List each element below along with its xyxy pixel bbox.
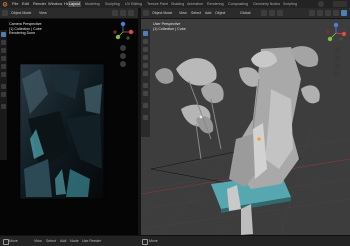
left-info-line-3: Rendering Done (9, 31, 36, 35)
right-navigation-gizmo-icon[interactable] (325, 22, 347, 44)
menu-view[interactable]: View (178, 10, 188, 16)
tab-layout[interactable]: Layout (68, 1, 81, 7)
menu-file[interactable]: File (12, 0, 18, 8)
menu-edit[interactable]: Edit (22, 0, 29, 8)
tab-shading[interactable]: Shading (170, 1, 185, 7)
status-select: Select (46, 239, 56, 243)
overlay-toggle-icon[interactable] (325, 10, 331, 16)
visibility-icon[interactable] (309, 10, 315, 16)
pivot-icon[interactable] (261, 10, 267, 16)
rendered-image (19, 63, 105, 200)
left-options-button[interactable] (128, 10, 134, 16)
left-viewport-header: Object Mode View (0, 8, 138, 19)
tab-modeling[interactable]: Modeling (84, 1, 101, 7)
tab-texture-paint[interactable]: Texture Paint (146, 1, 169, 7)
right-camera-view-icon[interactable] (334, 63, 340, 69)
right-measure-tool-icon[interactable] (143, 91, 148, 96)
right-3d-viewport[interactable]: User Perspective (1) Collection | Cube (141, 19, 350, 235)
view-layer-selector[interactable] (333, 1, 347, 7)
right-rotate-tool-icon[interactable] (143, 55, 148, 60)
status-right-move: Move (149, 239, 158, 243)
right-move-tool-icon[interactable] (143, 47, 148, 52)
scene-selector-icon[interactable] (318, 1, 324, 7)
left-shading-button[interactable] (112, 10, 118, 16)
measure-tool-icon[interactable] (1, 92, 6, 97)
blender-logo-icon[interactable] (2, 1, 8, 7)
status-bar: Move View Select Add Node Use Render Mov… (0, 235, 350, 246)
tab-rendering[interactable]: Rendering (206, 1, 225, 7)
move-tool-icon[interactable] (1, 48, 6, 53)
left-navigation-gizmo-icon[interactable] (112, 21, 134, 43)
left-toolbar (0, 30, 7, 160)
tab-animation[interactable]: Animation (186, 1, 204, 7)
right-toolbar (141, 29, 150, 137)
scale-tool-icon[interactable] (1, 64, 6, 69)
mouse-right-icon (142, 239, 148, 245)
right-editor-type-button[interactable] (143, 10, 149, 16)
select-tool-icon[interactable] (1, 32, 6, 37)
status-node: Node (70, 239, 79, 243)
tab-compositing[interactable]: Compositing (227, 1, 249, 7)
right-perspective-icon[interactable] (334, 71, 340, 77)
left-overlay-button[interactable] (120, 10, 126, 16)
tab-scripting[interactable]: Scripting (282, 1, 298, 7)
left-mode-dropdown[interactable]: Object Mode (10, 10, 32, 16)
transform-orientation-dropdown[interactable]: Global (239, 10, 251, 16)
transform-tool-icon[interactable] (1, 72, 6, 77)
menu-object[interactable]: Object (214, 10, 226, 16)
annotate-tool-icon[interactable] (1, 84, 6, 89)
menu-window[interactable]: Window (48, 0, 62, 8)
left-camera-viewport[interactable]: Camera Perspective (1) Collection | Cube… (0, 19, 138, 235)
editor-type-button[interactable] (2, 10, 8, 16)
menu-add[interactable]: Add (204, 10, 212, 16)
proportional-edit-icon[interactable] (277, 10, 283, 16)
scene-view (141, 46, 350, 235)
left-camera-icon[interactable] (120, 61, 126, 67)
right-pan-icon[interactable] (334, 55, 340, 61)
right-viewport-header: Object Mode View Select Add Object Globa… (141, 8, 350, 19)
right-annotate-tool-icon[interactable] (143, 83, 148, 88)
right-cursor-tool-icon[interactable] (143, 39, 148, 44)
snap-icon[interactable] (269, 10, 275, 16)
right-add-cube-tool-icon[interactable] (143, 103, 148, 108)
status-move: Move (9, 239, 18, 243)
gizmo-toggle-icon[interactable] (317, 10, 323, 16)
right-extra-tool-icon[interactable] (143, 115, 148, 120)
left-zoom-icon[interactable] (120, 45, 126, 51)
right-info-line-2: (1) Collection | Cube (153, 26, 186, 31)
left-view-menu[interactable]: View (38, 10, 48, 16)
right-select-tool-icon[interactable] (143, 31, 148, 36)
menu-select[interactable]: Select (190, 10, 202, 16)
tab-uv-editing[interactable]: UV Editing (124, 1, 143, 7)
right-mode-dropdown[interactable]: Object Mode (151, 10, 173, 16)
left-pan-icon[interactable] (120, 53, 126, 59)
add-cube-tool-icon[interactable] (1, 104, 6, 109)
status-add: Add (60, 239, 67, 243)
status-view: View (34, 239, 42, 243)
xray-toggle-icon[interactable] (333, 10, 339, 16)
cursor-tool-icon[interactable] (1, 40, 6, 45)
right-zoom-icon[interactable] (334, 47, 340, 53)
right-scale-tool-icon[interactable] (143, 63, 148, 68)
rotate-tool-icon[interactable] (1, 56, 6, 61)
right-transform-tool-icon[interactable] (143, 71, 148, 76)
tab-geometry-nodes[interactable]: Geometry Nodes (252, 1, 281, 7)
solid-shading-icon[interactable] (341, 10, 347, 16)
status-use-render: Use Render (82, 239, 102, 243)
menu-render[interactable]: Render (33, 0, 46, 8)
tab-sculpting[interactable]: Sculpting (104, 1, 121, 7)
